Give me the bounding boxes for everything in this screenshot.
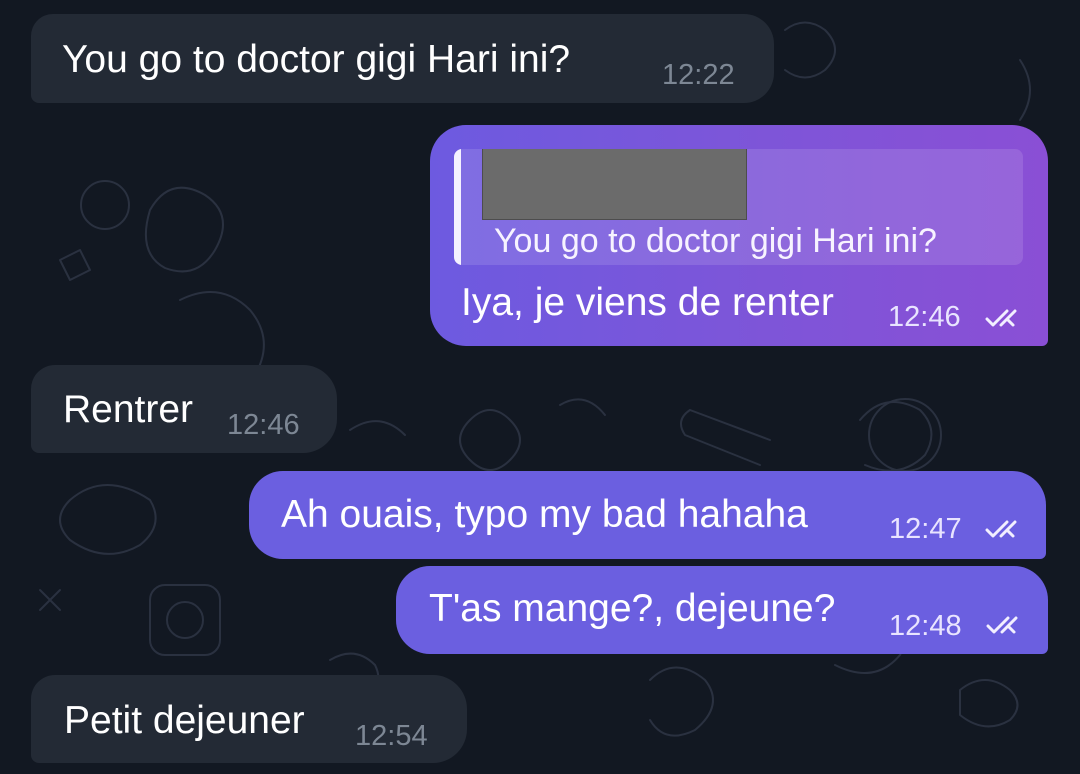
read-double-check-icon — [985, 520, 1017, 538]
message-time: 12:48 — [889, 610, 962, 642]
message-bubble-outgoing[interactable]: T'as mange?, dejeune? 12:48 — [396, 566, 1048, 654]
message-time: 12:46 — [227, 409, 300, 441]
message-time: 12:22 — [662, 59, 735, 91]
read-double-check-icon — [985, 309, 1017, 327]
reply-preview[interactable]: You go to doctor gigi Hari ini? — [454, 149, 1023, 265]
message-bubble-outgoing[interactable]: You go to doctor gigi Hari ini? Iya, je … — [430, 125, 1048, 346]
redacted-name-block — [482, 149, 747, 220]
reply-preview-text: You go to doctor gigi Hari ini? — [494, 222, 937, 260]
message-text: T'as mange?, dejeune? — [429, 587, 836, 630]
chat-screen: You go to doctor gigi Hari ini? 12:22 Yo… — [0, 0, 1080, 774]
message-text: Rentrer — [63, 388, 194, 431]
read-double-check-icon — [986, 616, 1018, 634]
message-time: 12:46 — [888, 301, 961, 333]
message-text: Iya, je viens de renter — [461, 281, 834, 324]
message-time: 12:47 — [889, 513, 962, 545]
reply-accent-bar — [454, 149, 461, 265]
message-time: 12:54 — [355, 720, 428, 752]
message-text: You go to doctor gigi Hari ini? — [62, 38, 571, 81]
message-bubble-incoming[interactable]: Rentrer 12:46 — [31, 365, 337, 453]
message-bubble-outgoing[interactable]: Ah ouais, typo my bad hahaha 12:47 — [249, 471, 1046, 559]
message-text: Ah ouais, typo my bad hahaha — [281, 493, 808, 536]
message-bubble-incoming[interactable]: Petit dejeuner 12:54 — [31, 675, 467, 763]
message-bubble-incoming[interactable]: You go to doctor gigi Hari ini? 12:22 — [31, 14, 774, 103]
message-text: Petit dejeuner — [64, 699, 305, 742]
